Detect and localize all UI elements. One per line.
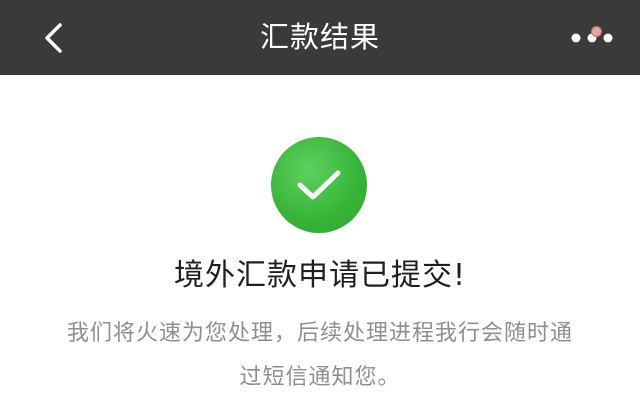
more-button[interactable]	[564, 14, 620, 62]
description-line-1: 我们将火速为您处理，后续处理进程我行会随时通	[66, 321, 573, 346]
result-title: 境外汇款申请已提交!	[173, 258, 467, 293]
notification-dot	[591, 26, 602, 37]
result-description: 我们将火速为您处理，后续处理进程我行会随时通 过短信通知您。	[40, 312, 600, 400]
page-title: 汇款结果	[259, 20, 380, 54]
check-icon	[297, 170, 341, 200]
success-status-icon	[271, 137, 367, 233]
description-line-2: 过短信通知您。	[239, 365, 401, 390]
top-nav-bar: 汇款结果	[0, 0, 640, 75]
